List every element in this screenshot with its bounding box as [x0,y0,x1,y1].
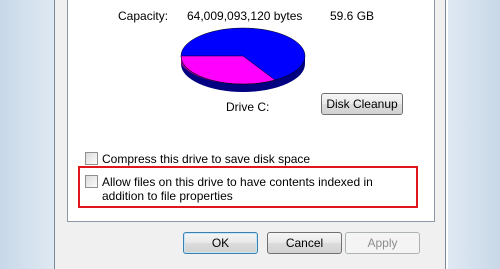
compress-drive-option[interactable]: Compress this drive to save disk space [85,152,310,166]
general-tab-panel: Capacity: 64,009,093,120 bytes 59.6 GB D… [67,0,435,222]
window-frame-left [0,0,54,269]
properties-dialog: Capacity: 64,009,093,120 bytes 59.6 GB D… [54,0,446,269]
index-drive-checkbox[interactable] [85,175,98,188]
index-drive-label: Allow files on this drive to have conten… [102,175,373,203]
drive-label: Drive C: [226,100,270,114]
cancel-button[interactable]: Cancel [267,232,342,254]
capacity-label: Capacity: [118,9,169,23]
window-frame-right [448,0,500,269]
capacity-size: 59.6 GB [330,9,375,23]
ok-button[interactable]: OK [183,232,258,254]
apply-button[interactable]: Apply [345,232,420,254]
disk-cleanup-button[interactable]: Disk Cleanup [321,93,403,115]
disk-usage-pie-chart [180,27,306,92]
index-drive-option[interactable]: Allow files on this drive to have conten… [85,175,405,203]
disk-cleanup-label: Disk Cleanup [326,97,398,111]
compress-drive-checkbox[interactable] [85,152,98,165]
compress-drive-label: Compress this drive to save disk space [102,152,311,166]
